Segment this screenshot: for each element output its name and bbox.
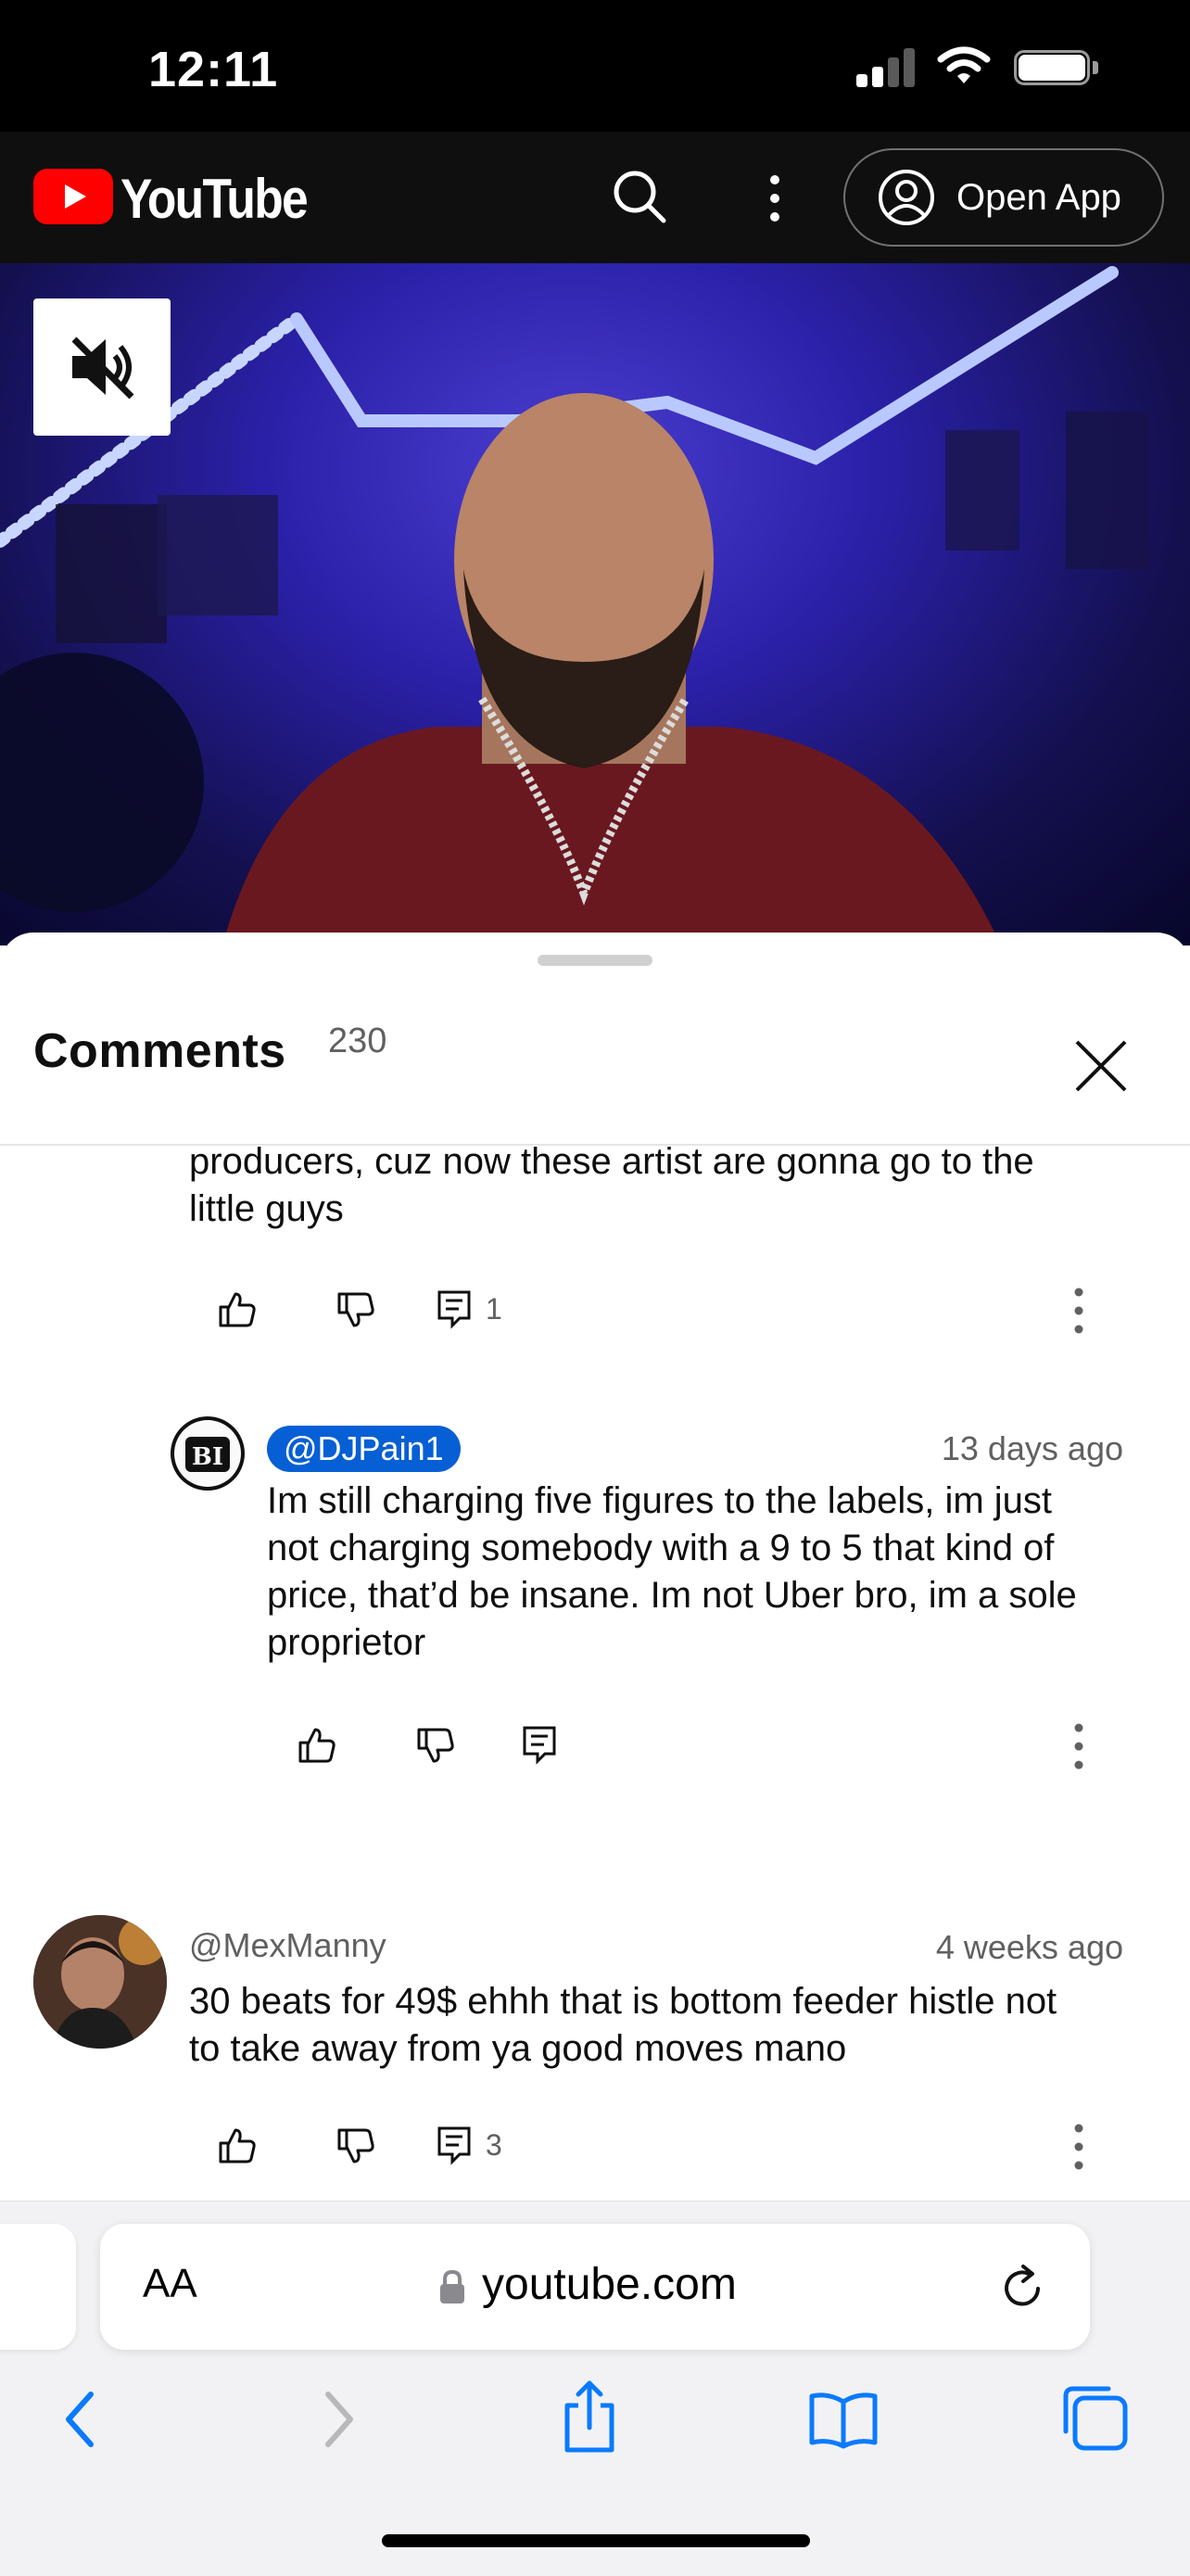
cellular-signal-icon [856,48,916,87]
reply-icon [523,1726,556,1765]
avatar-photo [33,1915,167,2049]
youtube-logo[interactable]: YouTube [33,165,309,230]
unmute-button[interactable] [33,298,171,436]
avatar[interactable] [33,1915,167,2049]
youtube-header: YouTube Open App [0,132,1190,263]
wifi-icon [937,46,991,83]
comment-options-icon[interactable] [1066,1285,1092,1337]
thumbs-down-icon [337,1292,374,1327]
thumbs-up-icon [219,2128,256,2164]
youtube-wordmark: YouTube [120,168,309,230]
avatar[interactable]: BI [171,1416,245,1491]
like-button[interactable] [217,1288,258,1329]
home-indicator[interactable] [382,2534,810,2547]
reply-count: 1 [486,1291,502,1326]
like-button[interactable] [297,1724,337,1765]
video-player[interactable] [0,263,1190,945]
comment-timestamp: 13 days ago [941,1429,1123,1467]
bookmarks-icon[interactable] [808,2391,879,2450]
close-button[interactable] [1062,1027,1140,1105]
share-icon[interactable] [560,2378,619,2455]
comment-options-icon[interactable] [1066,1720,1092,1772]
forward-icon[interactable] [315,2387,361,2452]
account-icon [879,170,934,225]
url-text: youtube.com [482,2260,737,2309]
text-size-button[interactable]: AA [143,2261,197,2307]
reply-button[interactable]: 3 [436,2125,502,2165]
reply-button[interactable]: 1 [436,1288,502,1329]
dislike-button[interactable] [335,1290,376,1331]
address-bar[interactable]: AA youtube.com [100,2224,1090,2350]
dislike-button[interactable] [415,1726,456,1767]
back-icon[interactable] [57,2387,104,2452]
video-frame [0,266,1149,945]
comment-item: producers, cuz now these artist are gonn… [0,1146,1190,1334]
reply-count: 3 [486,2127,502,2162]
open-app-button[interactable]: Open App [843,148,1164,247]
dislike-button[interactable] [335,2126,376,2167]
thumbs-down-icon [337,2128,374,2164]
thumbs-up-icon [298,1728,335,1763]
reply-icon [437,2126,471,2165]
tabs-icon[interactable] [1060,2383,1131,2454]
comments-title: Comments [33,1024,286,1078]
search-icon[interactable] [608,165,673,230]
like-button[interactable] [217,2125,258,2165]
comment-timestamp: 4 weeks ago [935,1928,1123,1966]
author-name[interactable]: @MexManny [189,1926,386,1965]
status-bar: 12:11 [0,0,1190,132]
more-options-icon[interactable] [756,169,793,228]
status-time: 12:11 [148,42,279,97]
comment-text: Im still charging five figures to the la… [267,1480,1077,1663]
close-icon [1075,1040,1127,1092]
muted-speaker-icon [71,336,134,400]
open-app-label: Open App [956,176,1121,218]
author-name-badge[interactable]: @DJPain1 [267,1426,461,1472]
comment-options-icon[interactable] [1066,2121,1092,2173]
battery-icon [1014,50,1099,87]
comment-text: producers, cuz now these artist are gonn… [189,1146,1034,1229]
comments-panel: Comments 230 producers, cuz now these ar… [0,933,1190,2204]
drag-handle[interactable] [538,955,652,966]
reply-button[interactable] [521,1724,558,1765]
comment-text: 30 beats for 49$ ehhh that is bottom fee… [189,1981,1057,2069]
lock-icon [440,2269,464,2303]
comment-reply-item: BI @DJPain1 13 days ago Im still chargin… [0,1405,1190,1770]
browser-toolbar: AA youtube.com [0,2201,1190,2576]
youtube-play-icon [33,169,113,224]
avatar-logo: BI [174,1420,241,1487]
svg-text:BI: BI [192,1443,223,1471]
comments-count: 230 [328,1022,387,1060]
comments-list[interactable]: producers, cuz now these artist are gonn… [0,1146,1190,2204]
reload-icon[interactable] [997,2261,1049,2313]
comment-item: @MexManny 4 weeks ago 30 beats for 49$ e… [0,1915,1190,2202]
thumbs-up-icon [219,1292,256,1327]
reply-icon [437,1290,471,1329]
previous-tab-card[interactable] [0,2224,76,2350]
thumbs-down-icon [417,1728,454,1763]
